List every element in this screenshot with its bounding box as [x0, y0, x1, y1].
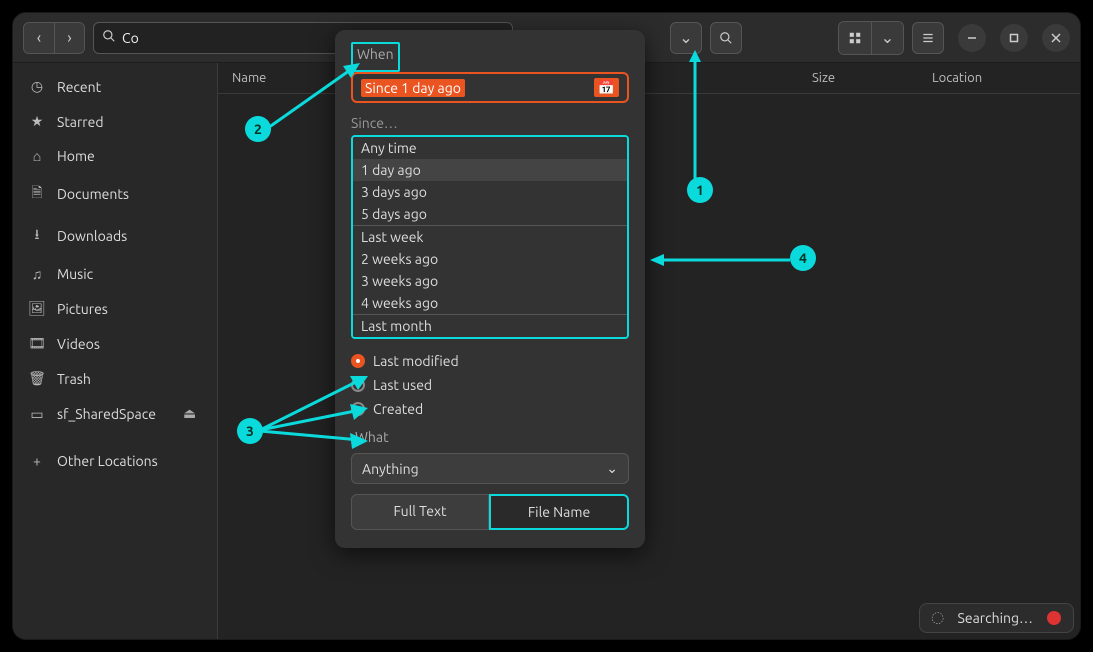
sidebar-item-starred[interactable]: ★ Starred [13, 104, 217, 139]
back-button[interactable]: ‹ [24, 23, 54, 53]
callout-2: 2 [245, 116, 271, 142]
chevron-down-icon: ⌄ [606, 460, 618, 477]
radio-dot-icon [351, 378, 365, 392]
star-icon: ★ [29, 113, 45, 130]
grid-view-button[interactable] [839, 22, 871, 54]
search-options-dropdown[interactable]: ⌄ [670, 22, 702, 54]
segment-full-text[interactable]: Full Text [351, 494, 489, 530]
forward-button[interactable]: › [54, 23, 84, 53]
radio-label: Created [373, 401, 423, 417]
search-mode-segments: Full Text File Name [351, 494, 629, 530]
chevron-down-icon: ⌄ [679, 28, 692, 47]
calendar-icon[interactable]: 📅 [594, 78, 619, 97]
stop-button[interactable] [1047, 611, 1061, 625]
music-icon: ♫ [29, 266, 45, 282]
callout-4: 4 [790, 245, 816, 271]
maximize-button[interactable] [1000, 24, 1028, 52]
since-option[interactable]: Any time [353, 137, 627, 159]
radio-option[interactable]: Created [351, 401, 629, 417]
sidebar-item-label: Home [57, 148, 95, 164]
clock-icon: ◷ [29, 78, 45, 95]
eject-icon[interactable]: ⏏ [183, 405, 201, 423]
document-icon: 🗎 [29, 182, 45, 206]
since-option[interactable]: 5 days ago [353, 203, 627, 225]
sidebar-item-label: Music [57, 266, 93, 282]
view-switcher: ⌄ [838, 21, 904, 55]
date-field[interactable]: Since 1 day ago 📅 [351, 72, 629, 103]
callout-3: 3 [237, 418, 263, 444]
sidebar-item-label: Trash [57, 371, 91, 387]
sidebar-item-videos[interactable]: 🎞 Videos [13, 326, 217, 361]
col-size[interactable]: Size [812, 71, 872, 85]
plus-icon: + [29, 453, 45, 469]
since-list: Any time1 day ago3 days ago5 days agoLas… [351, 135, 629, 339]
since-option[interactable]: 3 weeks ago [353, 270, 627, 292]
radio-option[interactable]: Last modified [351, 353, 629, 369]
when-label: When [353, 44, 398, 64]
download-icon: ⭳ [29, 224, 45, 248]
status-text: Searching… [958, 610, 1033, 626]
sidebar-item-label: Recent [57, 79, 101, 95]
since-label: Since… [351, 115, 629, 131]
nav-button-group: ‹ › [23, 22, 85, 54]
status-bar: ◌ Searching… [919, 603, 1074, 633]
sidebar-item-recent[interactable]: ◷ Recent [13, 69, 217, 104]
spinner-icon: ◌ [932, 610, 944, 626]
date-type-radios: Last modified Last used Created [351, 353, 629, 417]
since-option[interactable]: 2 weeks ago [353, 248, 627, 270]
radio-label: Last modified [373, 353, 459, 369]
video-icon: 🎞 [29, 335, 45, 352]
sidebar-item-label: Pictures [57, 301, 108, 317]
close-button[interactable] [1042, 24, 1070, 52]
since-option[interactable]: 3 days ago [353, 181, 627, 203]
sidebar-item-label: sf_SharedSpace [57, 406, 156, 422]
sidebar: ◷ Recent ★ Starred ⌂ Home 🗎 Documents ⭳ Downl… [13, 63, 218, 639]
sidebar-item-label: Starred [57, 114, 104, 130]
sidebar-item-label: Videos [57, 336, 100, 352]
sidebar-item-mount[interactable]: ▭ sf_SharedSpace ⏏ [13, 396, 217, 432]
radio-dot-icon [351, 402, 365, 416]
since-option[interactable]: Last month [353, 314, 627, 337]
trash-icon: 🗑 [29, 370, 45, 387]
segment-file-name[interactable]: File Name [489, 494, 629, 530]
sidebar-item-label: Documents [57, 186, 129, 202]
search-filter-popover: When Since 1 day ago 📅 Since… Any time1 … [335, 30, 645, 548]
what-label: What [351, 427, 393, 447]
minimize-button[interactable] [958, 24, 986, 52]
sidebar-item-documents[interactable]: 🗎 Documents [13, 173, 217, 215]
radio-option[interactable]: Last used [351, 377, 629, 393]
since-option[interactable]: 1 day ago [353, 159, 627, 181]
search-icon [102, 29, 116, 47]
hamburger-menu-button[interactable] [912, 22, 944, 54]
drive-icon: ▭ [29, 406, 45, 423]
sidebar-item-label: Downloads [57, 228, 127, 244]
home-icon: ⌂ [29, 148, 45, 164]
chevron-right-icon: › [67, 29, 72, 47]
sidebar-item-other-locations[interactable]: + Other Locations [13, 444, 217, 478]
what-value: Anything [362, 461, 419, 477]
col-location[interactable]: Location [932, 71, 1066, 85]
sidebar-item-trash[interactable]: 🗑 Trash [13, 361, 217, 396]
chevron-down-icon: ⌄ [881, 28, 894, 47]
sidebar-item-downloads[interactable]: ⭳ Downloads [13, 215, 217, 257]
chevron-left-icon: ‹ [37, 29, 42, 47]
date-value: Since 1 day ago [361, 79, 465, 97]
picture-icon: 🖼 [29, 300, 45, 317]
radio-label: Last used [373, 377, 432, 393]
callout-1: 1 [687, 177, 713, 203]
radio-dot-icon [351, 354, 365, 368]
since-option[interactable]: 4 weeks ago [353, 292, 627, 314]
sidebar-item-label: Other Locations [57, 453, 158, 469]
sidebar-item-music[interactable]: ♫ Music [13, 257, 217, 291]
search-toggle-button[interactable] [710, 22, 742, 54]
sidebar-item-home[interactable]: ⌂ Home [13, 139, 217, 173]
view-dropdown-button[interactable]: ⌄ [871, 22, 903, 54]
since-option[interactable]: Last week [353, 225, 627, 248]
sidebar-item-pictures[interactable]: 🖼 Pictures [13, 291, 217, 326]
what-select[interactable]: Anything ⌄ [351, 453, 629, 484]
